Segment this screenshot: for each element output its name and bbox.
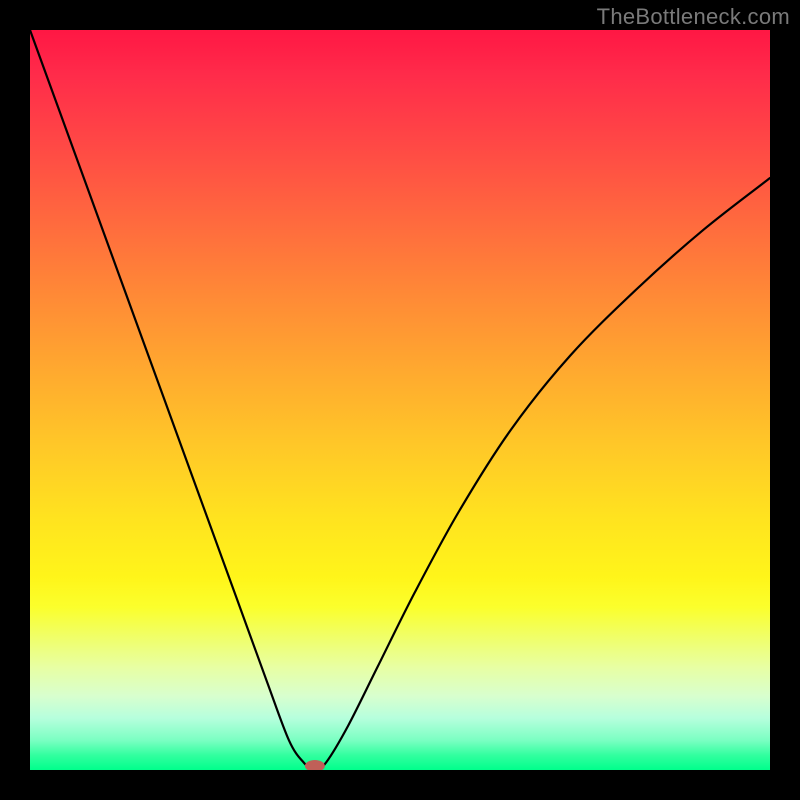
watermark-text: TheBottleneck.com: [597, 4, 790, 30]
bottleneck-curve: [30, 30, 770, 770]
chart-plot-area: [30, 30, 770, 770]
minimum-marker: [305, 760, 325, 770]
chart-frame: TheBottleneck.com: [0, 0, 800, 800]
chart-svg: [30, 30, 770, 770]
